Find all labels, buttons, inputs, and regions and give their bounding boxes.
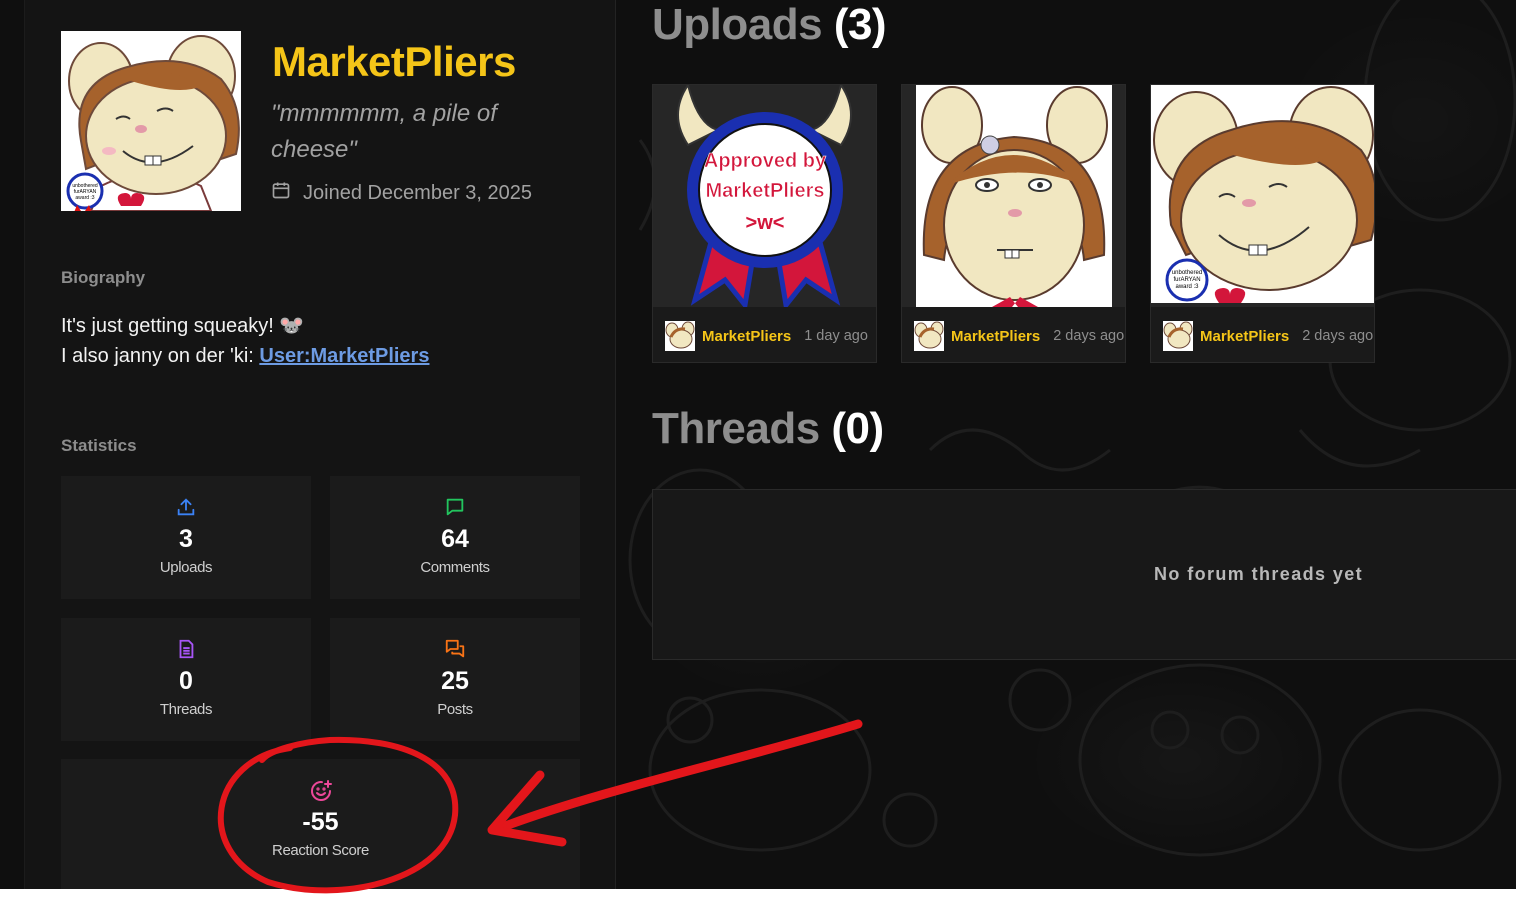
uploads-heading: Uploads (3): [652, 0, 887, 50]
upload-time: 1 day ago: [804, 328, 868, 344]
profile-page: unbothered furARYAN award :3 MarketPlier…: [0, 0, 1516, 889]
badge-text-3: award :3: [75, 195, 94, 201]
stat-posts-value: 25: [441, 667, 469, 695]
uploads-count: (3): [833, 0, 887, 49]
upload-thumbnail[interactable]: unbothered furARYAN award :3: [1151, 85, 1374, 307]
document-icon: [175, 638, 197, 660]
upload-thumbnail[interactable]: [902, 85, 1125, 307]
calendar-icon: [271, 180, 291, 206]
upload-card[interactable]: unbothered furARYAN award :3 MarketPlier…: [1150, 84, 1375, 363]
bio-line-1: It's just getting squeaky! 🐭: [61, 315, 305, 337]
join-date: Joined December 3, 2025: [271, 180, 532, 206]
join-date-text: Joined December 3, 2025: [303, 181, 533, 204]
statistics-heading: Statistics: [61, 436, 137, 455]
bio-line-2: I also janny on der 'ki: User:MarketPlie…: [61, 341, 429, 371]
author-avatar[interactable]: [914, 321, 944, 351]
threads-title: Threads: [652, 404, 820, 453]
badge-text-2: furARYAN: [1173, 277, 1200, 283]
stat-threads: 0 Threads: [61, 618, 311, 741]
ribbon-text-2: MarketPliers: [706, 180, 825, 202]
upload-meta: MarketPliers 2 days ago: [914, 321, 1124, 351]
upload-card[interactable]: Approved by MarketPliers >w< MarketPlier…: [652, 84, 877, 363]
ribbon-text-3: >w<: [746, 212, 785, 234]
bio-line-2-text: I also janny on der 'ki:: [61, 345, 260, 367]
upload-card[interactable]: MarketPliers 2 days ago: [901, 84, 1126, 363]
user-tagline: "mmmmmm, a pile of cheese": [271, 100, 497, 163]
ribbon-text-1: Approved by: [704, 150, 827, 172]
uploads-title: Uploads: [652, 0, 823, 49]
wiki-user-link[interactable]: User:MarketPliers: [259, 345, 429, 367]
threads-heading: Threads (0): [652, 404, 884, 454]
threads-count: (0): [831, 404, 884, 453]
smile-plus-icon: [309, 779, 333, 802]
stat-uploads: 3 Uploads: [61, 476, 311, 599]
stat-comments-value: 64: [441, 525, 469, 553]
upload-meta: MarketPliers 2 days ago: [1163, 321, 1373, 351]
comment-icon: [444, 496, 466, 518]
username: MarketPliers: [272, 38, 516, 85]
stat-posts-label: Posts: [437, 701, 473, 718]
stat-comments: 64 Comments: [330, 476, 580, 599]
badge-text-1: unbothered: [1172, 270, 1202, 276]
stat-reaction-value: -55: [302, 808, 339, 836]
stat-comments-label: Comments: [420, 559, 490, 576]
upload-thumbnail[interactable]: Approved by MarketPliers >w<: [653, 85, 876, 307]
stat-reaction-label: Reaction Score: [272, 842, 369, 859]
stat-uploads-value: 3: [179, 525, 193, 553]
upload-author[interactable]: MarketPliers: [702, 328, 791, 345]
stat-threads-value: 0: [179, 667, 193, 695]
upload-time: 2 days ago: [1302, 328, 1374, 344]
profile-sidebar: unbothered furARYAN award :3 MarketPlier…: [24, 0, 616, 889]
stat-reaction-score: -55 Reaction Score: [61, 759, 580, 889]
author-avatar[interactable]: [665, 321, 695, 351]
stat-posts: 25 Posts: [330, 618, 580, 741]
upload-time: 2 days ago: [1053, 328, 1125, 344]
biography-heading: Biography: [61, 268, 146, 287]
avatar[interactable]: unbothered furARYAN award :3: [61, 31, 241, 211]
messages-icon: [444, 638, 466, 660]
upload-author[interactable]: MarketPliers: [1200, 328, 1289, 345]
threads-empty-text: No forum threads yet: [1154, 564, 1364, 584]
author-avatar[interactable]: [1163, 321, 1193, 351]
threads-empty-state: [652, 489, 1516, 660]
upload-meta: MarketPliers 1 day ago: [665, 321, 868, 351]
upload-author[interactable]: MarketPliers: [951, 328, 1040, 345]
biography-text: It's just getting squeaky! 🐭 I also jann…: [61, 311, 429, 371]
upload-icon: [175, 496, 197, 518]
badge-text-3: award :3: [1175, 284, 1199, 290]
stat-threads-label: Threads: [159, 701, 213, 718]
stat-uploads-label: Uploads: [159, 559, 213, 576]
